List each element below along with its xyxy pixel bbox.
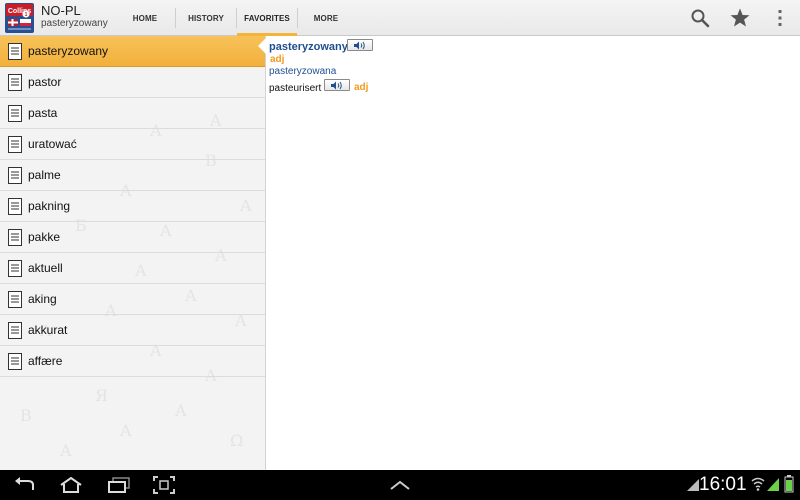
document-icon <box>8 229 22 246</box>
svg-text:1: 1 <box>25 12 28 18</box>
app-title: NO-PL <box>41 3 81 18</box>
document-icon <box>8 322 22 339</box>
list-item[interactable]: pasta <box>0 98 265 129</box>
tab-more-label: MORE <box>313 13 339 23</box>
list-item[interactable]: pastor <box>0 67 265 98</box>
list-item[interactable]: aktuell <box>0 253 265 284</box>
chevron-up-icon[interactable] <box>385 475 415 495</box>
app-subtitle: pasteryzowany <box>41 18 108 29</box>
speaker-icon <box>354 41 365 49</box>
play-audio-button[interactable] <box>347 39 373 51</box>
tab-history-label: HISTORY <box>188 13 224 23</box>
list-item-label: pakke <box>28 230 61 244</box>
wifi-icon <box>751 477 765 491</box>
tab-history[interactable]: HISTORY <box>176 0 236 36</box>
entry-inflection: pasteryzowana <box>269 66 337 77</box>
document-icon <box>8 291 22 308</box>
back-icon[interactable] <box>10 475 40 495</box>
svg-text:A: A <box>174 401 187 420</box>
svg-text:B: B <box>20 406 32 425</box>
favorites-list[interactable]: AAB AAБ AAA AAA AAЯ AAΩ AAB pasteryzowan… <box>0 36 266 470</box>
play-translation-audio-button[interactable] <box>324 79 350 91</box>
list-item[interactable]: uratować <box>0 129 265 160</box>
tab-home[interactable]: HOME <box>115 0 175 36</box>
svg-text:Я: Я <box>95 386 108 405</box>
signal-icon <box>767 478 779 491</box>
list-item[interactable]: akkurat <box>0 315 265 346</box>
document-icon <box>8 260 22 277</box>
svg-text:A: A <box>59 441 72 460</box>
status-clock: 16:01 <box>699 474 747 495</box>
document-icon <box>8 167 22 184</box>
list-item[interactable]: pakke <box>0 222 265 253</box>
list-item-label: pasta <box>28 106 58 120</box>
speaker-icon <box>331 81 342 89</box>
document-icon <box>8 198 22 215</box>
system-navigation-bar: 16:01 <box>0 470 800 500</box>
entry-content: pasteryzowany adj pasteryzowana pasteuri… <box>267 36 800 470</box>
list-item[interactable]: palme <box>0 160 265 191</box>
list-item[interactable]: aking <box>0 284 265 315</box>
tab-favorites-label: FAVORITES <box>244 13 290 23</box>
list-item-label: affære <box>28 354 63 368</box>
star-icon[interactable] <box>728 6 752 30</box>
document-icon <box>8 105 22 122</box>
svg-text:A: A <box>119 421 132 440</box>
svg-text:Ω: Ω <box>230 431 243 450</box>
document-icon <box>8 136 22 153</box>
list-item[interactable]: affære <box>0 346 265 377</box>
list-item[interactable]: pakning <box>0 191 265 222</box>
overflow-menu-icon[interactable] <box>768 6 792 30</box>
tab-home-label: HOME <box>132 13 158 23</box>
document-icon <box>8 43 22 60</box>
list-item-label: pasteryzowany <box>28 44 109 58</box>
document-icon <box>8 353 22 370</box>
search-icon[interactable] <box>688 6 712 30</box>
list-item-label: uratować <box>28 137 77 151</box>
list-item-label: akkurat <box>28 323 68 337</box>
list-item-label: pastor <box>28 75 62 89</box>
home-icon[interactable] <box>56 475 86 495</box>
selection-pointer <box>258 37 267 55</box>
action-bar: Collins 1 NO-PL pasteryzowany HOME HISTO… <box>0 0 800 36</box>
part-of-speech: adj <box>270 54 285 65</box>
list-item-label: palme <box>28 168 61 182</box>
battery-icon <box>784 475 794 493</box>
tab-favorites[interactable]: FAVORITES <box>237 0 297 36</box>
list-item-label: aking <box>28 292 57 306</box>
entry-headword: pasteryzowany <box>269 41 348 53</box>
screenshot-icon[interactable] <box>149 475 179 495</box>
list-item-label: aktuell <box>28 261 63 275</box>
recent-apps-icon[interactable] <box>104 475 134 495</box>
tab-more[interactable]: MORE <box>298 0 354 36</box>
translation-part-of-speech: adj <box>354 82 369 93</box>
document-icon <box>8 74 22 91</box>
entry-translation: pasteurisert <box>269 83 322 94</box>
list-item[interactable]: pasteryzowany <box>0 36 265 67</box>
collins-dictionary-icon[interactable]: Collins 1 <box>5 3 34 33</box>
list-item-label: pakning <box>28 199 71 213</box>
